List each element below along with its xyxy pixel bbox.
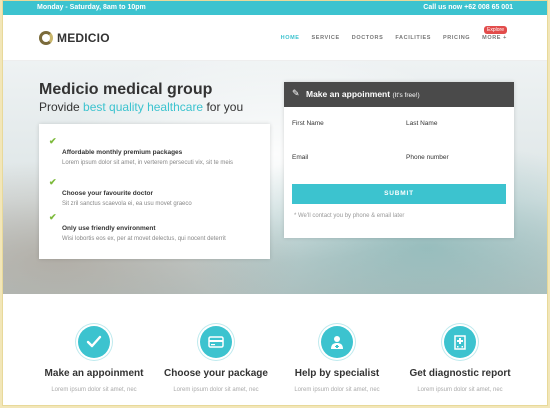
doctor-icon (321, 326, 353, 358)
appointment-form: ✎ Make an appoinment (It's free!) First … (284, 82, 514, 238)
logo[interactable]: MEDICIO (39, 31, 110, 45)
explore-badge: Explore (484, 26, 507, 34)
nav-item-pricing[interactable]: PRICING (443, 35, 470, 41)
service-desc: Lorem ipsum dolor sit amet, nec (294, 387, 380, 393)
service-item[interactable]: Choose your package Lorem ipsum dolor si… (151, 326, 281, 393)
hospital-icon (444, 326, 476, 358)
check-icon: ✔ (49, 136, 57, 146)
service-item[interactable]: Make an appoinment Lorem ipsum dolor sit… (29, 326, 159, 393)
feature-title: Choose your favourite doctor (62, 190, 154, 197)
services-section: Make an appoinment Lorem ipsum dolor sit… (3, 294, 547, 405)
nav-item-more[interactable]: MORE + (482, 35, 507, 41)
feature-title: Affordable monthly premium packages (62, 149, 183, 156)
hero-subtitle-accent: best quality healthcare (83, 100, 204, 114)
service-title: Choose your package (164, 368, 268, 379)
check-icon: ✔ (49, 212, 57, 222)
feature-desc: Lorem ipsum dolor sit amet, in verterem … (62, 160, 234, 166)
email-field[interactable]: Email (292, 154, 308, 161)
nav-item-home[interactable]: HOME (281, 35, 300, 41)
page-frame: Monday - Saturday, 8am to 10pm Call us n… (2, 0, 548, 406)
first-name-field[interactable]: First Name (292, 120, 324, 127)
check-icon: ✔ (49, 177, 57, 187)
service-desc: Lorem ipsum dolor sit amet, nec (51, 387, 137, 393)
appointment-title-text: Make an appoinment (306, 89, 391, 99)
feature-desc: Sit zril sanctus scaevola ei, ea usu mov… (62, 201, 192, 207)
nav-item-doctors[interactable]: DOCTORS (352, 35, 384, 41)
hero-title: Medicio medical group (39, 81, 213, 98)
logo-mark-icon (39, 31, 53, 45)
submit-button[interactable]: SUBMIT (292, 184, 506, 204)
service-title: Help by specialist (294, 368, 380, 379)
features-card: ✔ Affordable monthly premium packages Lo… (39, 124, 270, 259)
last-name-field[interactable]: Last Name (406, 120, 437, 127)
feature-desc: Wisi lobortis eos ex, per at movet delec… (62, 236, 226, 242)
service-desc: Lorem ipsum dolor sit amet, nec (173, 387, 259, 393)
contact-note: * We'll contact you by phone & email lat… (294, 213, 405, 219)
appointment-title-note: (It's free!) (392, 92, 420, 99)
credit-card-icon (200, 326, 232, 358)
hero-subtitle: Provide best quality healthcare for you (39, 100, 243, 114)
service-title: Make an appoinment (44, 368, 144, 379)
service-item[interactable]: Get diagnostic report Lorem ipsum dolor … (395, 326, 525, 393)
edit-icon: ✎ (292, 88, 300, 98)
logo-text: MEDICIO (57, 31, 110, 45)
service-desc: Lorem ipsum dolor sit amet, nec (417, 387, 503, 393)
hero-subtitle-pre: Provide (39, 100, 84, 114)
appointment-header: ✎ Make an appoinment (It's free!) (284, 82, 514, 107)
nav-item-facilities[interactable]: FACILITIES (395, 35, 431, 41)
hero-subtitle-post: for you (203, 100, 244, 114)
service-item[interactable]: Help by specialist Lorem ipsum dolor sit… (272, 326, 402, 393)
opening-hours: Monday - Saturday, 8am to 10pm (37, 4, 146, 11)
appointment-title: Make an appoinment (It's free!) (306, 89, 420, 99)
main-navbar: MEDICIO Explore HOME SERVICE DOCTORS FAC… (3, 15, 547, 61)
phone-number-field[interactable]: Phone number (406, 154, 449, 161)
call-us-phone[interactable]: Call us now +62 008 65 001 (423, 4, 513, 11)
top-bar: Monday - Saturday, 8am to 10pm Call us n… (3, 1, 547, 15)
checkmark-icon (78, 326, 110, 358)
service-title: Get diagnostic report (409, 368, 511, 379)
nav-menu: HOME SERVICE DOCTORS FACILITIES PRICING … (281, 35, 507, 41)
feature-title: Only use friendly environment (62, 225, 156, 232)
nav-item-service[interactable]: SERVICE (312, 35, 340, 41)
